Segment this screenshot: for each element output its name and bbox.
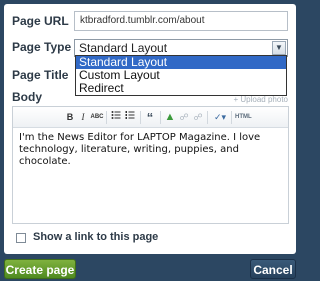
body-label: Body <box>12 90 42 104</box>
create-page-panel: Page URL ktbradford.tumblr.com/about Pag… <box>4 4 296 254</box>
body-editor: B I ABC “ ▲ ☍ ☍ ✓▾ HTML I'm the News Edi… <box>12 106 289 224</box>
chevron-down-icon[interactable]: ▼ <box>272 41 286 55</box>
bullet-list-icon <box>111 111 121 119</box>
cancel-button[interactable]: Cancel <box>250 259 296 279</box>
toolbar-divider <box>106 111 107 124</box>
strikethrough-button[interactable]: ABC <box>90 110 104 124</box>
page-type-selected-value: Standard Layout <box>79 41 168 55</box>
spellcheck-icon[interactable]: ✓▾ <box>211 110 229 124</box>
insert-link-icon[interactable]: ☍ <box>178 110 190 124</box>
insert-image-icon[interactable]: ▲ <box>164 110 176 124</box>
remove-link-icon[interactable]: ☍ <box>192 110 204 124</box>
numbered-list-button[interactable] <box>124 110 136 124</box>
html-button[interactable]: HTML <box>235 110 252 124</box>
show-link-label: Show a link to this page <box>33 231 159 243</box>
page-type-option-redirect[interactable]: Redirect <box>76 82 286 95</box>
editor-content[interactable]: I'm the News Editor for LAPTOP Magazine.… <box>13 128 288 172</box>
toolbar-divider <box>231 111 232 124</box>
toolbar-divider <box>207 111 208 124</box>
page-url-input[interactable]: ktbradford.tumblr.com/about <box>74 11 288 31</box>
italic-button[interactable]: I <box>78 110 88 124</box>
page-type-label: Page Type <box>12 40 72 54</box>
create-page-button[interactable]: Create page <box>4 259 76 279</box>
numbered-list-icon <box>125 111 135 119</box>
bulleted-list-button[interactable] <box>110 110 122 124</box>
toolbar-divider <box>160 111 161 124</box>
show-link-checkbox[interactable] <box>16 233 26 243</box>
upload-photo-link[interactable]: + Upload photo <box>234 95 289 104</box>
page-type-dropdown: Standard Layout Custom Layout Redirect <box>75 55 287 96</box>
blockquote-icon[interactable]: “ <box>144 110 156 125</box>
editor-toolbar: B I ABC “ ▲ ☍ ☍ ✓▾ HTML <box>13 107 288 128</box>
toolbar-divider <box>140 111 141 124</box>
page-url-label: Page URL <box>12 14 69 28</box>
bold-button[interactable]: B <box>65 110 75 124</box>
page-title-label: Page Title <box>12 68 69 82</box>
